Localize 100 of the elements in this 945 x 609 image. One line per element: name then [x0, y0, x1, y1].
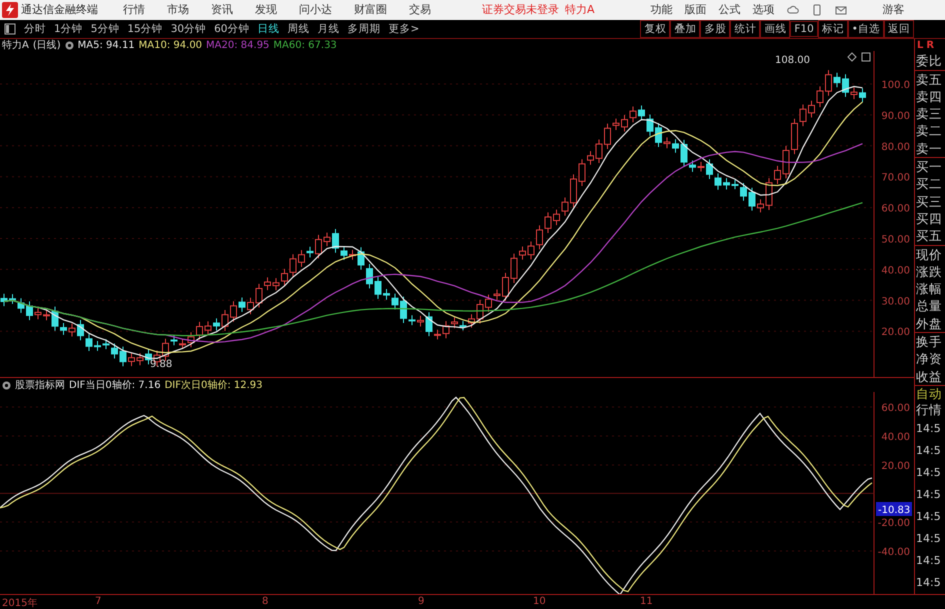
candlestick [460, 320, 466, 332]
candlestick [272, 278, 280, 292]
period-tab[interactable]: 更多> [388, 22, 420, 36]
candlestick [808, 100, 815, 118]
candlestick [68, 323, 76, 338]
axis-label: 60.00 [881, 403, 910, 414]
candlestick [536, 225, 543, 250]
candlestick [77, 320, 84, 342]
candlestick [120, 346, 126, 368]
period-tab[interactable]: 日线 [258, 22, 280, 36]
axis-label: 80.00 [881, 142, 910, 154]
candlestick [502, 272, 509, 302]
top-menu-item[interactable]: 公式 [718, 2, 741, 18]
axis-label: 20.00 [881, 461, 910, 472]
mail-icon[interactable] [834, 4, 847, 16]
candlestick [825, 70, 832, 97]
trade-time: 14:5 [915, 552, 942, 569]
candlestick [52, 306, 58, 332]
candlestick [723, 178, 730, 190]
axis-label: 40.00 [881, 432, 910, 444]
candlestick [204, 321, 212, 336]
candlestick [111, 343, 118, 360]
settings-icon[interactable] [64, 40, 74, 50]
period-tab[interactable]: 1分钟 [54, 22, 83, 36]
cloud-icon[interactable] [786, 4, 799, 16]
candlestick [417, 316, 424, 328]
quote-label: 买一 [915, 157, 945, 176]
candlestick [170, 335, 178, 346]
quote-label: 委比 [915, 52, 943, 70]
ma-value: MA20: 84.95 [206, 40, 270, 51]
menu-item[interactable]: 财富圈 [354, 2, 387, 18]
quote-label: 总量 [915, 297, 943, 315]
period-label: (日线) [32, 38, 61, 52]
period-tab[interactable]: 月线 [318, 22, 340, 36]
candlestick [34, 308, 42, 320]
menu-item[interactable]: 交易 [409, 2, 431, 18]
period-tab[interactable]: 60分钟 [214, 22, 250, 36]
trade-time: 14:5 [915, 464, 942, 481]
candlestick [213, 318, 220, 332]
phone-icon[interactable] [810, 4, 823, 16]
candlestick [179, 338, 186, 350]
axis-label: 60.00 [881, 204, 910, 215]
panel-tab[interactable]: 行情 [915, 402, 945, 418]
trade-time: 14:5 [915, 486, 942, 503]
candlestick [544, 212, 552, 234]
menu-item[interactable]: 发现 [255, 2, 277, 18]
candlestick [324, 232, 330, 247]
axis-label: 40.00 [881, 266, 910, 277]
candlestick [102, 339, 110, 350]
trade-time: 14:5 [915, 530, 942, 547]
candlestick [26, 301, 33, 321]
diamond-icon[interactable] [847, 52, 857, 62]
window-icon[interactable] [862, 52, 870, 62]
candlestick [408, 315, 416, 326]
candlestick [782, 146, 790, 180]
candlestick [349, 250, 356, 260]
period-tab[interactable]: 分时 [24, 22, 46, 36]
settings-icon[interactable] [2, 380, 11, 390]
candlestick [510, 253, 518, 284]
toolbar-button[interactable]: F10 [790, 20, 818, 37]
period-tab[interactable]: 15分钟 [127, 22, 163, 36]
menu-item[interactable]: 行情 [123, 2, 145, 18]
candlestick [128, 352, 135, 367]
toolbar-button[interactable]: •自选 [848, 20, 884, 38]
top-menu-item[interactable]: 版面 [684, 2, 707, 18]
panel-tab[interactable]: 自动 [915, 384, 945, 402]
period-tab[interactable]: 周线 [288, 22, 310, 36]
candlestick [646, 114, 654, 137]
menu-item[interactable]: 市场 [167, 2, 189, 18]
ma-value: MA60: 67.33 [273, 40, 337, 51]
quote-label: 收益 [915, 368, 943, 385]
candlestick [672, 138, 679, 154]
period-tab[interactable]: 多周期 [348, 22, 380, 36]
toolbar-button[interactable]: 多股 [700, 20, 730, 38]
quote-label: 买三 [915, 192, 943, 210]
panel-icon[interactable] [4, 22, 16, 35]
toolbar-button[interactable]: 复权 [640, 20, 670, 38]
candlestick [494, 289, 500, 301]
toolbar-button[interactable]: 返回 [884, 20, 914, 38]
candlestick [247, 298, 254, 316]
axis-label: -20.00 [878, 518, 910, 530]
user-label[interactable]: 游客 [882, 2, 905, 18]
top-menu-item[interactable]: 选项 [752, 2, 775, 18]
candlestick [800, 104, 806, 127]
top-menu-item[interactable]: 功能 [650, 2, 673, 18]
ma-value: MA5: 94.11 [78, 40, 135, 51]
toolbar-button[interactable]: 叠加 [670, 20, 700, 38]
toolbar-button[interactable]: 标记 [818, 20, 848, 38]
axis-label: 90.00 [881, 111, 910, 122]
candlestick [222, 310, 228, 332]
current-value-tag: -10.83 [876, 502, 912, 516]
candlestick [774, 166, 781, 185]
menu-item[interactable]: 资讯 [211, 2, 233, 18]
toolbar-button[interactable]: 统计 [730, 20, 760, 38]
period-tab[interactable]: 30分钟 [170, 22, 206, 36]
date-label: 7 [95, 596, 102, 608]
toolbar-button[interactable]: 画线 [760, 20, 790, 38]
menu-item[interactable]: 问小达 [299, 2, 332, 18]
period-tab[interactable]: 5分钟 [90, 22, 120, 36]
candlestick [358, 247, 364, 270]
